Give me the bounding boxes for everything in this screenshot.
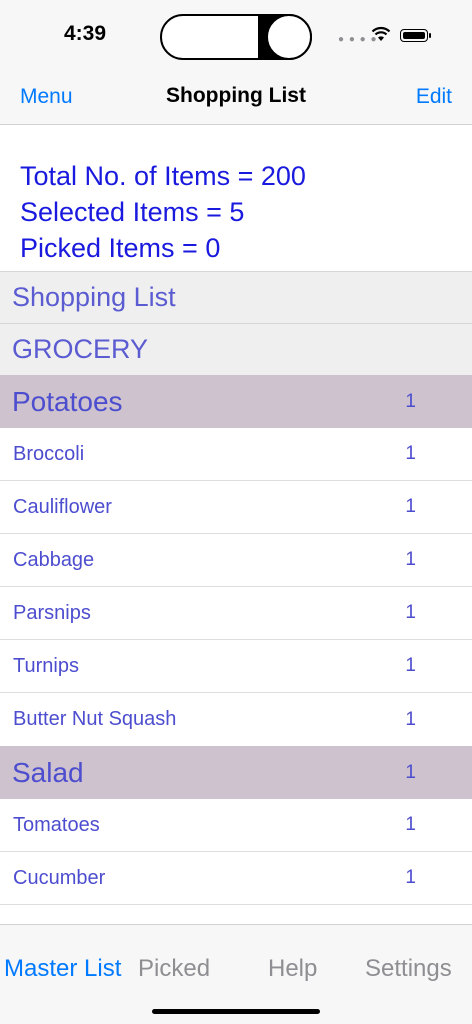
item-qty: 1 [405, 655, 416, 676]
list-header-label: Shopping List [12, 282, 176, 312]
tab-help[interactable]: Help [268, 955, 317, 983]
dynamic-island [160, 14, 312, 60]
wifi-icon [371, 26, 391, 41]
selected-items-text: Selected Items = 5 [20, 197, 245, 227]
status-bar: 4:39 ● ● ● ● [0, 0, 472, 70]
home-indicator [152, 1009, 320, 1014]
page-title: Shopping List [166, 84, 306, 107]
item-qty: 1 [405, 602, 416, 623]
navigation-bar: Menu Shopping List Edit [0, 70, 472, 125]
item-name: Parsnips [13, 601, 91, 624]
list-item[interactable]: Tomatoes 1 [0, 799, 472, 852]
tab-picked[interactable]: Picked [138, 955, 210, 983]
category-row[interactable]: GROCERY [0, 323, 472, 375]
battery-icon [400, 29, 428, 42]
category-label: GROCERY [12, 334, 149, 364]
total-items-text: Total No. of Items = 200 [20, 161, 306, 191]
list-item[interactable]: Turnips 1 [0, 640, 472, 693]
shopping-list: Shopping List GROCERY Potatoes 1 Broccol… [0, 271, 472, 945]
list-item[interactable]: Butter Nut Squash 1 [0, 693, 472, 746]
item-name: Cabbage [13, 548, 95, 571]
battery-cap [429, 33, 431, 38]
tab-master-list[interactable]: Master List [4, 955, 121, 983]
group-row-salad[interactable]: Salad 1 [0, 746, 472, 799]
status-time: 4:39 [64, 22, 107, 45]
item-name: Broccoli [13, 442, 85, 465]
item-qty: 1 [405, 549, 416, 570]
item-qty: 1 [405, 867, 416, 888]
summary-panel: Total No. of Items = 200 Selected Items … [20, 158, 306, 266]
item-name: Turnips [13, 654, 79, 677]
item-name: Cucumber [13, 866, 106, 889]
list-item[interactable]: Parsnips 1 [0, 587, 472, 640]
item-name: Cauliflower [13, 495, 112, 518]
list-item[interactable]: Broccoli 1 [0, 428, 472, 481]
edit-button[interactable]: Edit [416, 85, 452, 109]
list-header-row[interactable]: Shopping List [0, 271, 472, 323]
group-qty: 1 [405, 390, 416, 412]
list-item[interactable]: Cabbage 1 [0, 534, 472, 587]
group-qty: 1 [405, 761, 416, 783]
item-name: Butter Nut Squash [13, 708, 177, 730]
list-item[interactable]: Cucumber 1 [0, 852, 472, 905]
group-name: Potatoes [12, 385, 123, 417]
item-qty: 1 [405, 814, 416, 835]
item-name: Tomatoes [13, 813, 100, 836]
picked-items-text: Picked Items = 0 [20, 233, 221, 263]
item-qty: 1 [405, 443, 416, 464]
list-item[interactable]: Cauliflower 1 [0, 481, 472, 534]
item-qty: 1 [405, 496, 416, 517]
group-row-potatoes[interactable]: Potatoes 1 [0, 375, 472, 428]
group-name: Salad [12, 756, 84, 788]
tab-settings[interactable]: Settings [365, 955, 452, 983]
island-camera [266, 14, 312, 60]
item-qty: 1 [405, 708, 416, 730]
